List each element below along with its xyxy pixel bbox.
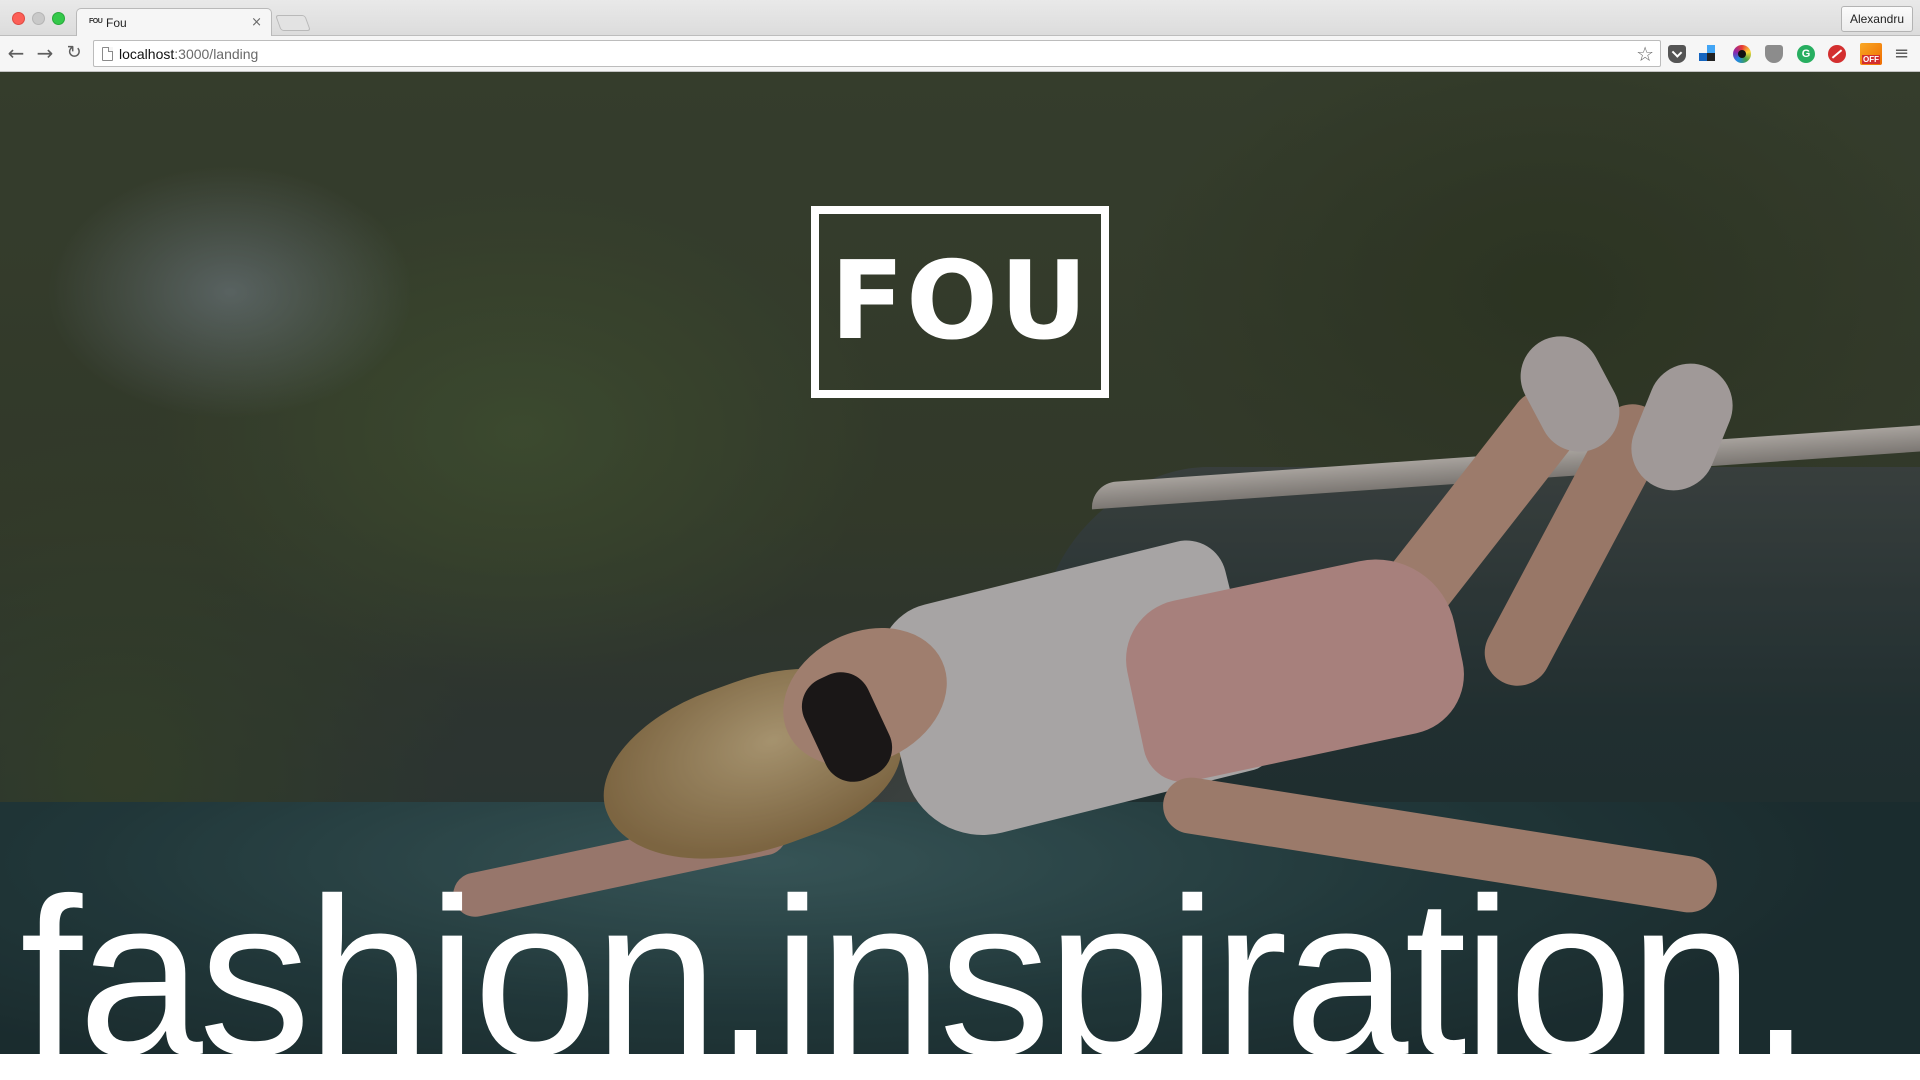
new-tab-button[interactable] <box>275 15 311 31</box>
window-minimize-button[interactable] <box>32 12 45 25</box>
honey-off-badge: OFF <box>1862 55 1880 64</box>
tab-title: Fou <box>106 16 127 30</box>
browser-tab[interactable]: FOU Fou × <box>76 8 272 37</box>
hero-tagline: fashion.inspiration. <box>20 852 1812 1054</box>
page-icon <box>102 47 113 61</box>
adblock-icon[interactable] <box>1828 45 1846 63</box>
back-arrow-icon[interactable]: ← <box>4 42 28 66</box>
url-host: localhost <box>119 46 175 62</box>
bookmark-star-icon[interactable]: ☆ <box>1636 42 1654 66</box>
buffer-icon[interactable] <box>1699 45 1717 63</box>
reload-icon[interactable]: ↻ <box>62 42 86 66</box>
tab-favicon: FOU <box>89 18 103 25</box>
logo-text: FOU <box>830 239 1090 364</box>
tab-close-icon[interactable]: × <box>251 15 262 30</box>
honey-icon[interactable]: OFF <box>1860 43 1882 65</box>
menu-icon[interactable]: ≡ <box>1894 43 1909 64</box>
profile-button[interactable]: Alexandru <box>1840 6 1913 32</box>
hero-section: FOU fashion.inspiration. <box>0 72 1920 1054</box>
fou-logo[interactable]: FOU <box>811 206 1109 398</box>
browser-toolbar: ← → ↻ localhost:3000/landing ☆ G OFF ≡ <box>0 36 1920 72</box>
window-maximize-button[interactable] <box>52 12 65 25</box>
window-titlebar: FOU Fou × Alexandru <box>0 0 1920 37</box>
url-text[interactable]: localhost:3000/landing <box>119 46 258 62</box>
color-picker-icon[interactable] <box>1733 45 1751 63</box>
pocket-icon[interactable] <box>1668 45 1686 63</box>
grammarly-icon[interactable]: G <box>1797 45 1815 63</box>
shield-icon[interactable] <box>1765 45 1783 63</box>
forward-arrow-icon[interactable]: → <box>33 42 57 66</box>
window-close-button[interactable] <box>12 12 25 25</box>
address-bar[interactable]: localhost:3000/landing ☆ <box>93 40 1661 67</box>
url-path: :3000/landing <box>174 46 259 62</box>
